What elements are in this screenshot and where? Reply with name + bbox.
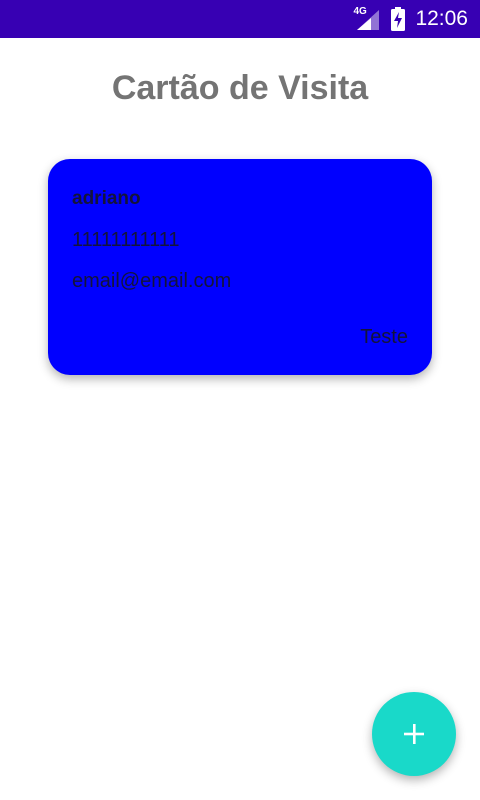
status-time: 12:06 [415, 7, 468, 30]
status-icons: 4G 12:06 [353, 0, 468, 38]
battery-charging-icon [391, 7, 406, 31]
status-bar: 4G 12:06 [0, 0, 480, 38]
card-email: email@email.com [72, 270, 232, 292]
card-company: Teste [360, 326, 408, 348]
cell-signal-icon [357, 10, 380, 30]
page-title: Cartão de Visita [111, 69, 369, 107]
plus-icon [404, 724, 424, 744]
card-name: adriano [72, 188, 141, 209]
network-indicator: 4G [353, 7, 383, 31]
business-card[interactable]: adriano 11111111111 email@email.com Test… [48, 159, 432, 375]
card-phone: 11111111111 [72, 229, 180, 251]
add-card-button[interactable] [372, 692, 456, 776]
